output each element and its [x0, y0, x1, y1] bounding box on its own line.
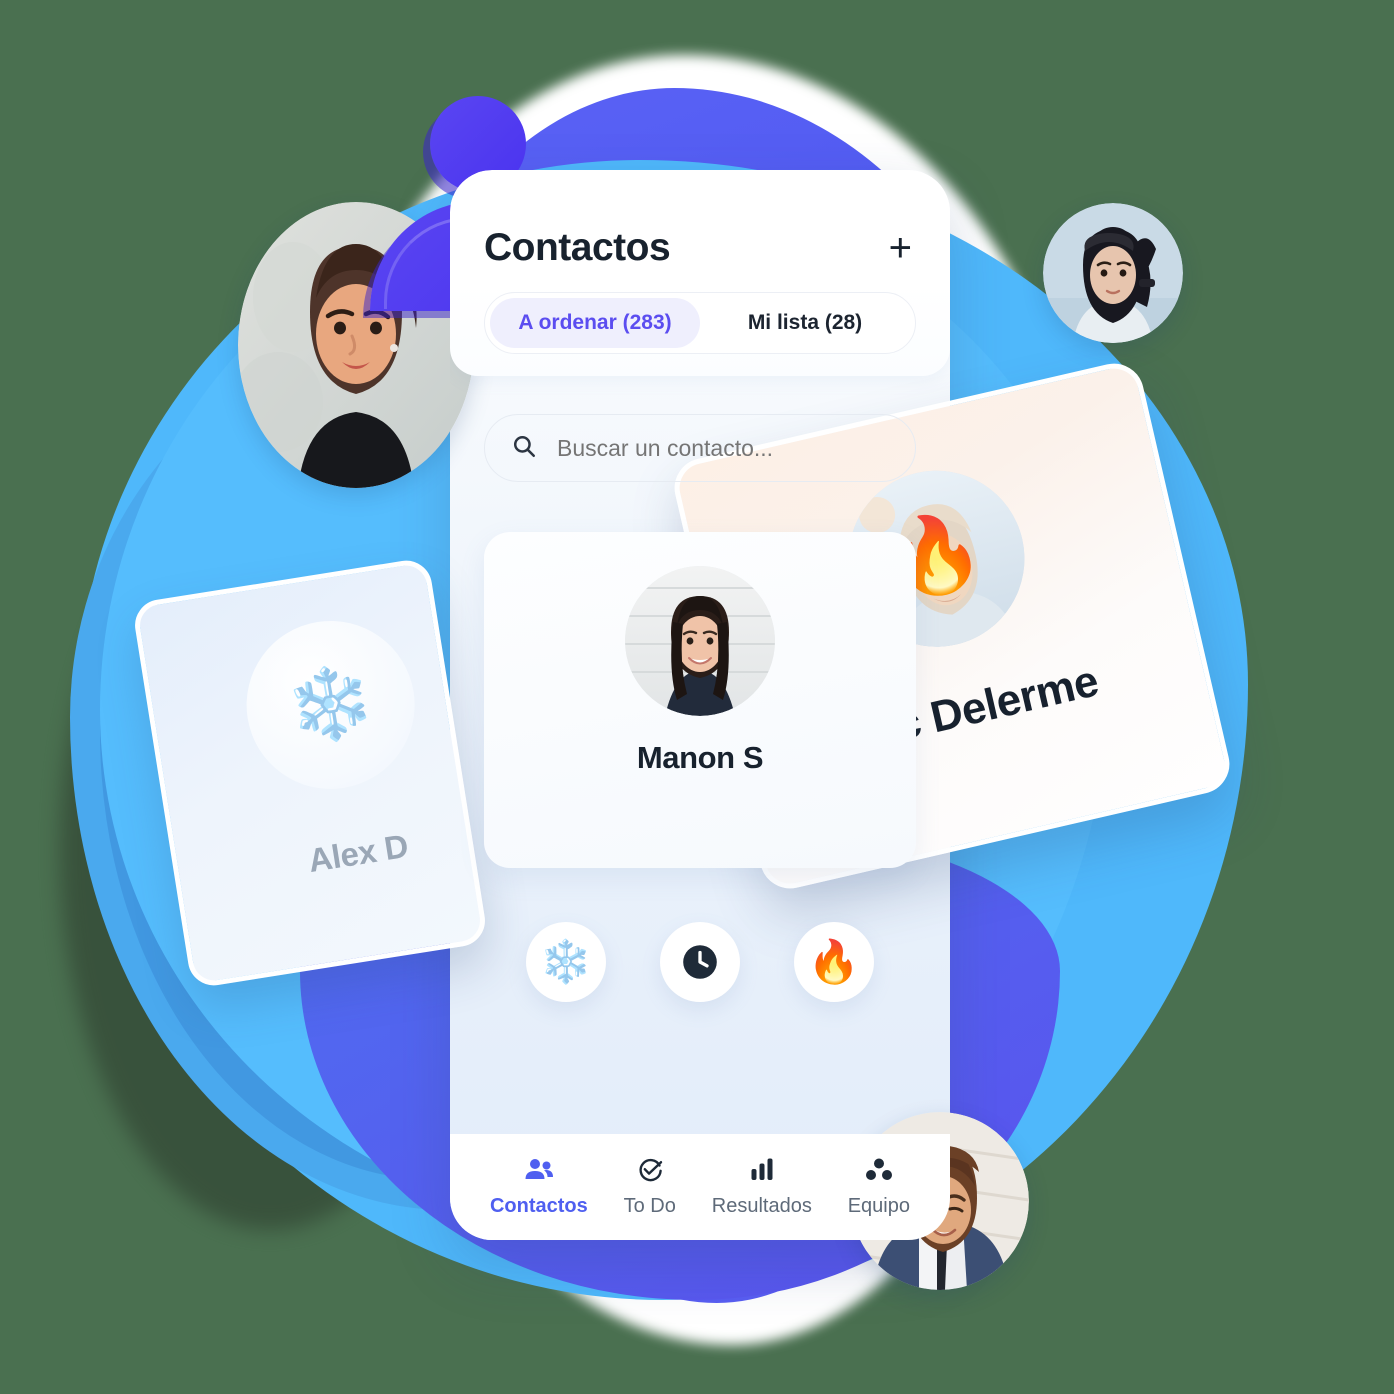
contact-card-stack: Manon S [484, 532, 916, 868]
avatar-woman-top-right [1043, 203, 1183, 343]
phone-mockup: Contactos + A ordenar (283) Mi lista (28… [450, 170, 950, 1240]
bottom-navigation: Contactos To Do Resultados Equipo [450, 1134, 950, 1240]
contact-card[interactable]: Manon S [484, 532, 916, 868]
title-row: Contactos + [484, 226, 916, 270]
nav-label: Equipo [847, 1194, 910, 1217]
app-body: Manon S ❄️ 🔥 [450, 414, 950, 1002]
fire-icon[interactable]: 🔥 [794, 922, 874, 1002]
bar-chart-icon [749, 1157, 775, 1188]
search-icon [511, 433, 537, 464]
add-contact-button[interactable]: + [885, 228, 916, 268]
snowflake-icon[interactable]: ❄️ [526, 922, 606, 1002]
nav-label: Contactos [489, 1194, 588, 1217]
people-icon [524, 1157, 554, 1188]
tab-mi-lista[interactable]: Mi lista (28) [700, 298, 910, 348]
page-title: Contactos [484, 226, 671, 269]
action-buttons: ❄️ 🔥 [526, 922, 874, 1002]
nav-item-todo[interactable]: To Do [624, 1157, 676, 1218]
tab-a-ordenar[interactable]: A ordenar (283) [490, 298, 700, 348]
nav-item-contactos[interactable]: Contactos [490, 1157, 588, 1218]
clock-icon[interactable] [660, 922, 740, 1002]
avatar [625, 566, 775, 716]
contact-name-alex: Alex D [305, 826, 411, 880]
snowflake-icon: ❄️ [234, 608, 427, 802]
nav-item-equipo[interactable]: Equipo [848, 1157, 910, 1218]
check-circle-icon [636, 1157, 664, 1188]
contact-card-alex[interactable]: ❄️ Alex D [131, 556, 489, 990]
illustration-stage: Contactos + A ordenar (283) Mi lista (28… [0, 0, 1394, 1394]
search-input[interactable] [555, 433, 889, 463]
nav-label: Resultados [711, 1194, 812, 1217]
nav-label: To Do [623, 1194, 676, 1217]
team-dots-icon [865, 1157, 893, 1188]
search-bar[interactable] [484, 414, 916, 482]
app-header: Contactos + A ordenar (283) Mi lista (28… [450, 170, 950, 376]
contact-name: Manon S [636, 740, 764, 775]
tab-bar: A ordenar (283) Mi lista (28) [484, 292, 916, 354]
nav-item-resultados[interactable]: Resultados [712, 1157, 812, 1218]
